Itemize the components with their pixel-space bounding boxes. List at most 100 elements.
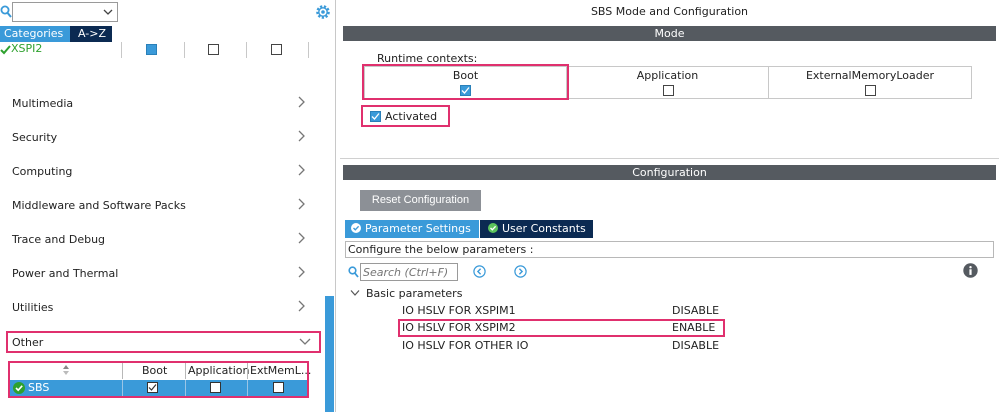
- category-label: Trace and Debug: [12, 233, 106, 246]
- tab-user-constants[interactable]: User Constants: [480, 220, 593, 238]
- search-icon: [348, 266, 359, 278]
- check-circle-icon: [351, 223, 361, 233]
- header-application: Application: [188, 364, 250, 377]
- activated-label: Activated: [385, 110, 438, 123]
- category-label: Power and Thermal: [12, 267, 119, 280]
- left-panel: Categories A->Z XSPI2 Multimedia Securit…: [0, 0, 336, 412]
- tab-a-z[interactable]: A->Z: [70, 26, 112, 42]
- chevron-right-icon: [298, 232, 305, 244]
- mode-section-bar: Mode: [343, 26, 996, 41]
- chevron-right-icon: [298, 96, 305, 108]
- search-icon[interactable]: [0, 5, 12, 19]
- divider: [246, 42, 247, 58]
- table-row[interactable]: SBS: [10, 380, 307, 396]
- divider: [185, 380, 186, 396]
- parameter-value: DISABLE: [672, 339, 720, 352]
- divider: [340, 158, 999, 159]
- category-trace-debug[interactable]: Trace and Debug: [0, 223, 322, 257]
- context-label: Application: [636, 69, 699, 82]
- activated-checkbox-box[interactable]: [370, 111, 381, 122]
- divider: [247, 380, 248, 396]
- context-application: Application: [567, 67, 769, 98]
- configure-info-box: Configure the below parameters :: [345, 241, 994, 258]
- highlight-box: [398, 319, 725, 337]
- row-name: SBS: [28, 381, 50, 394]
- list-item-name: XSPI2: [11, 42, 43, 55]
- category-label: Middleware and Software Packs: [12, 199, 186, 212]
- list-item[interactable]: XSPI2: [0, 42, 330, 58]
- tab-label: Parameter Settings: [365, 222, 471, 235]
- check-icon: [371, 113, 380, 120]
- xspi-application-checkbox[interactable]: [208, 44, 219, 55]
- category-security[interactable]: Security: [0, 121, 322, 155]
- divider: [121, 42, 122, 58]
- divider: [122, 380, 123, 396]
- search-input[interactable]: [363, 265, 457, 280]
- category-utilities[interactable]: Utilities: [0, 291, 322, 325]
- category-label: Multimedia: [12, 97, 74, 110]
- check-icon: [148, 384, 157, 391]
- xspi-boot-checkbox[interactable]: [146, 44, 157, 55]
- category-label: Utilities: [12, 301, 54, 314]
- left-search-row: [0, 0, 336, 26]
- category-label: Computing: [12, 165, 73, 178]
- category-multimedia[interactable]: Multimedia: [0, 87, 322, 121]
- tab-parameter-settings[interactable]: Parameter Settings: [345, 220, 479, 238]
- sbs-extmem-checkbox[interactable]: [273, 382, 284, 393]
- category-other[interactable]: Other: [6, 331, 321, 353]
- sbs-table: Boot Application ExtMemL... SBS: [8, 361, 311, 398]
- divider: [184, 42, 185, 58]
- reset-configuration-button[interactable]: Reset Configuration: [360, 190, 481, 211]
- chevron-right-icon: [298, 164, 305, 176]
- parameter-name: IO HSLV FOR XSPIM1: [402, 304, 516, 317]
- divider: [122, 363, 123, 379]
- category-middleware[interactable]: Middleware and Software Packs: [0, 189, 322, 223]
- parameter-row[interactable]: IO HSLV FOR XSPIM1 DISABLE: [402, 303, 802, 319]
- configuration-section-bar: Configuration: [343, 165, 996, 180]
- category-power-thermal[interactable]: Power and Thermal: [0, 257, 322, 291]
- divider: [185, 363, 186, 379]
- chevron-right-icon: [298, 300, 305, 312]
- context-label: ExternalMemoryLoader: [805, 69, 935, 82]
- check-icon: [0, 45, 11, 55]
- next-icon[interactable]: [514, 265, 527, 278]
- tab-categories[interactable]: Categories: [0, 26, 70, 42]
- highlight-box: [362, 64, 569, 100]
- info-icon[interactable]: [963, 263, 978, 278]
- chevron-down-icon[interactable]: [102, 6, 114, 18]
- context-application-checkbox[interactable]: [663, 85, 674, 96]
- chevron-down-icon: [350, 290, 360, 296]
- chevron-right-icon: [298, 198, 305, 210]
- category-label: Other: [12, 336, 44, 349]
- scrollbar[interactable]: [325, 296, 334, 412]
- chevron-right-icon: [298, 266, 305, 278]
- search-combo[interactable]: [12, 2, 118, 22]
- check-circle-icon: [488, 223, 498, 233]
- chevron-right-icon: [298, 130, 305, 142]
- parameter-row[interactable]: IO HSLV FOR OTHER IO DISABLE: [402, 338, 802, 354]
- sbs-application-checkbox[interactable]: [210, 382, 221, 393]
- context-extmem-checkbox[interactable]: [865, 85, 876, 96]
- table-header: Boot Application ExtMemL...: [10, 363, 311, 379]
- header-extmem: ExtMemL...: [250, 364, 312, 377]
- header-boot: Boot: [142, 364, 168, 377]
- tab-label: User Constants: [502, 222, 586, 235]
- divider: [247, 363, 248, 379]
- parameter-search-field[interactable]: [360, 263, 458, 281]
- context-external-memory-loader: ExternalMemoryLoader: [769, 67, 971, 98]
- previous-icon[interactable]: [473, 265, 486, 278]
- divider: [308, 42, 309, 58]
- right-panel: SBS Mode and Configuration Mode Runtime …: [340, 0, 999, 412]
- gear-icon[interactable]: [314, 3, 332, 21]
- basic-parameters-label: Basic parameters: [366, 287, 463, 300]
- sort-icon[interactable]: [62, 364, 70, 376]
- chevron-down-icon: [299, 338, 311, 345]
- activated-checkbox[interactable]: Activated: [361, 105, 450, 127]
- parameter-name: IO HSLV FOR OTHER IO: [402, 339, 529, 352]
- sbs-boot-checkbox[interactable]: [147, 382, 158, 393]
- check-circle-icon: [13, 382, 25, 394]
- category-computing[interactable]: Computing: [0, 155, 322, 189]
- category-label: Security: [12, 131, 58, 144]
- page-title: SBS Mode and Configuration: [590, 5, 749, 18]
- xspi-extmem-checkbox[interactable]: [271, 44, 282, 55]
